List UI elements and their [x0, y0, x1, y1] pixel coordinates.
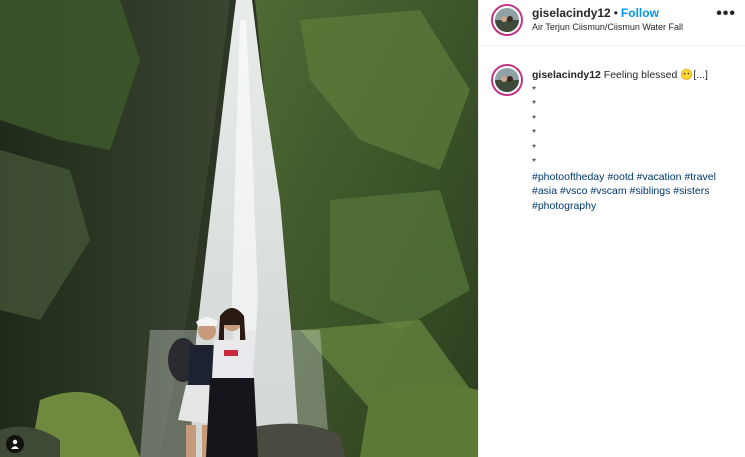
asterisk-line: * [532, 156, 537, 168]
follow-button[interactable]: Follow [621, 6, 659, 20]
comment-avatar[interactable] [491, 64, 523, 96]
person-icon[interactable] [6, 435, 24, 453]
post-author: giselacindy12 • Follow [532, 6, 659, 20]
emoji-icon: 😶 [680, 69, 694, 81]
hashtag-link[interactable]: #vscam [590, 185, 626, 197]
asterisk-line: * [532, 83, 537, 96]
username-link[interactable]: giselacindy12 [532, 6, 611, 20]
post-sidebar: giselacindy12 • Follow Air Terjun Ciismun/… [478, 0, 745, 457]
more-options-icon[interactable]: ••• [716, 6, 736, 22]
caption-first-line: giselacindy12 Feeling blessed 😶[...] [532, 68, 737, 83]
hashtag-link[interactable]: #sisters [673, 185, 709, 197]
separator-dot: • [613, 6, 618, 20]
hashtag-link[interactable]: #photooftheday [532, 171, 604, 183]
hashtag-link[interactable]: #vacation [637, 171, 682, 183]
caption-username[interactable]: giselacindy12 [532, 69, 601, 81]
location-link[interactable]: Air Terjun Ciismun/Ciismun Water Fall [532, 22, 683, 32]
hashtag-link[interactable]: #travel [684, 171, 716, 183]
hashtag-link[interactable]: #vsco [560, 185, 587, 197]
waterfall-photo [0, 0, 478, 457]
hashtag-link[interactable]: #photography [532, 200, 596, 212]
asterisk-list: * * * * * * [532, 83, 737, 170]
asterisk-line: * [532, 112, 537, 125]
hashtag-link[interactable]: #ootd [607, 171, 633, 183]
avatar[interactable] [491, 4, 523, 36]
post-header: giselacindy12 • Follow Air Terjun Ciismun/… [479, 0, 745, 46]
hashtag-link[interactable]: #siblings [630, 185, 671, 197]
hashtag-link[interactable]: #asia [532, 185, 557, 197]
caption: giselacindy12 Feeling blessed 😶[...] * *… [532, 68, 737, 213]
caption-more[interactable]: [...] [693, 69, 708, 81]
hashtag-list: #photooftheday #ootd #vacation #travel #… [532, 170, 737, 214]
post-photo[interactable] [0, 0, 478, 457]
caption-text: Feeling blessed [603, 69, 678, 81]
asterisk-line: * [532, 127, 537, 139]
asterisk-line: * [532, 141, 537, 154]
asterisk-line: * [532, 98, 537, 110]
